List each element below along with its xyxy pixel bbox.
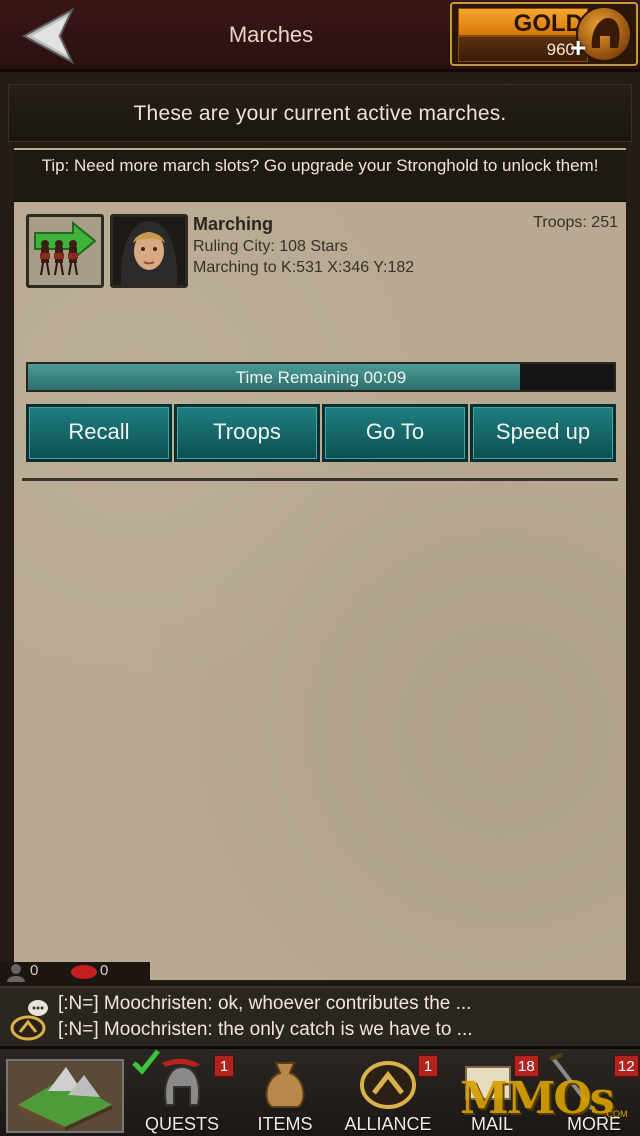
gold-label-panel: GOLD	[458, 8, 588, 37]
marches-panel: These are your current active marches. T…	[0, 72, 640, 982]
add-gold-icon[interactable]: +	[570, 32, 586, 64]
mmos-watermark-logo: MMOs	[460, 1073, 615, 1124]
time-remaining-bar: Time Remaining 00:09	[26, 362, 616, 392]
gold-button[interactable]: GOLD 960 +	[450, 2, 638, 66]
nav-items[interactable]: ITEMS	[240, 1049, 330, 1136]
march-destination: Marching to K:531 X:346 Y:182	[193, 259, 415, 276]
speed-up-button[interactable]: Speed up	[470, 404, 616, 462]
marching-troops-icon	[26, 214, 104, 288]
chat-line-2: [:N=] Moochristen: the only catch is we …	[58, 1019, 473, 1040]
nav-quests[interactable]: 1 QUESTS	[132, 1049, 234, 1136]
chat-icon[interactable]	[8, 994, 52, 1042]
coin-bag-icon	[258, 1057, 312, 1114]
troops-button[interactable]: Troops	[174, 404, 320, 462]
march-row[interactable]: Marching Ruling City: 108 Stars Marching…	[26, 214, 618, 292]
nav-alliance-label: ALLIANCE	[344, 1114, 432, 1134]
bottom-nav: 1 QUESTS ITEMS 1 ALLIANCE 18 MAIL 12 MOR…	[0, 1046, 640, 1136]
go-to-button[interactable]: Go To	[322, 404, 468, 462]
march-info: Marching Ruling City: 108 Stars Marching…	[193, 214, 414, 277]
status-counters: 0 0	[0, 962, 150, 982]
divider	[22, 478, 618, 481]
world-map-button[interactable]	[6, 1059, 124, 1133]
mmos-watermark-sub: .COM	[604, 1109, 628, 1119]
troops-count: Troops: 251	[533, 214, 618, 231]
alliance-badge: 1	[418, 1055, 438, 1077]
player-icon	[6, 964, 26, 987]
quests-badge: 1	[214, 1055, 234, 1077]
alliance-emblem-icon	[360, 1059, 416, 1114]
top-bar: Marches GOLD 960 +	[0, 0, 640, 72]
chat-preview[interactable]: [:N=] Moochristen: ok, whoever contribut…	[0, 986, 640, 1046]
march-list: Tip: Need more march slots? Go upgrade y…	[14, 148, 626, 980]
nav-quests-label: QUESTS	[144, 1114, 219, 1134]
nav-items-label: ITEMS	[257, 1114, 313, 1134]
gold-amount-panel: 960	[458, 36, 588, 62]
march-status: Marching	[193, 214, 274, 234]
spartan-helmet-icon	[154, 1057, 210, 1112]
message-icon	[70, 964, 98, 985]
header-text: These are your current active marches.	[133, 102, 507, 125]
chat-line-1: [:N=] Moochristen: ok, whoever contribut…	[58, 993, 472, 1014]
message-count: 0	[100, 962, 109, 979]
tip-box: Tip: Need more march slots? Go upgrade y…	[14, 150, 626, 202]
nav-alliance[interactable]: 1 ALLIANCE	[336, 1049, 440, 1136]
hero-portrait-avatar	[110, 214, 188, 288]
ruling-city: Ruling City: 108 Stars	[193, 238, 348, 255]
more-badge: 12	[614, 1055, 639, 1077]
player-count: 0	[30, 962, 39, 979]
recall-button[interactable]: Recall	[26, 404, 172, 462]
tip-text: Tip: Need more march slots? Go upgrade y…	[41, 156, 599, 175]
time-remaining-text: Time Remaining 00:09	[235, 368, 407, 387]
header-band: These are your current active marches.	[8, 84, 632, 142]
